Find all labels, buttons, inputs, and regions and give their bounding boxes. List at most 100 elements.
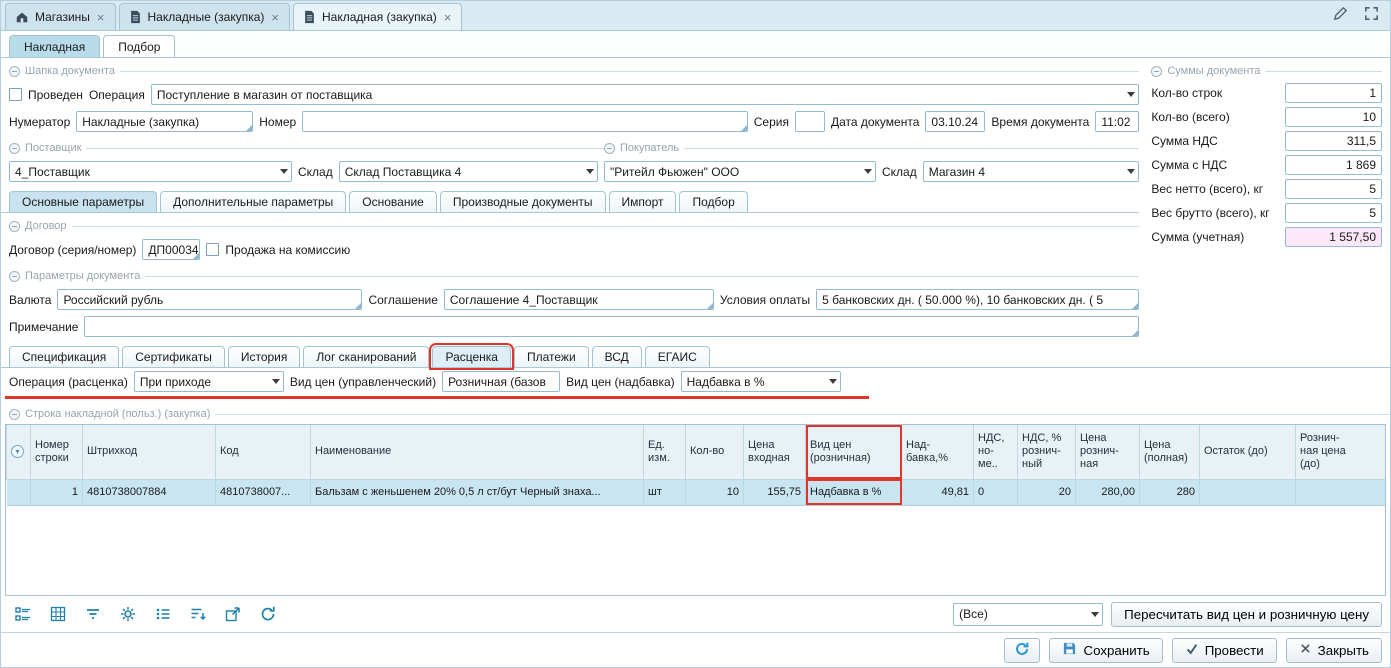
tab-scan-log[interactable]: Лог сканирований [303, 346, 429, 367]
col-line-number[interactable]: Номер строки [31, 425, 83, 479]
series-field[interactable] [795, 111, 825, 132]
close-icon[interactable]: × [443, 10, 453, 25]
collapse-icon[interactable] [604, 143, 615, 154]
tab-basis[interactable]: Основание [349, 191, 437, 212]
total-value[interactable]: 10 [1285, 107, 1382, 127]
tab-payments[interactable]: Платежи [514, 346, 589, 367]
tab-history[interactable]: История [228, 346, 301, 367]
close-icon[interactable]: × [96, 10, 106, 25]
collapse-icon[interactable] [1151, 66, 1162, 77]
col-qty[interactable]: Кол-во [686, 425, 744, 479]
maximize-icon[interactable] [1363, 5, 1380, 25]
table-grid-icon[interactable] [48, 604, 68, 624]
buyer-warehouse-select[interactable]: Магазин 4 [923, 161, 1140, 182]
tab-extra-params[interactable]: Дополнительные параметры [160, 191, 346, 212]
col-vat-retail[interactable]: НДС, % рознич- ный [1018, 425, 1076, 479]
tab-derived-docs[interactable]: Производные документы [440, 191, 606, 212]
cell-vat-nominal: 0 [974, 479, 1018, 505]
currency-field[interactable]: Российский рубль [57, 289, 362, 310]
numerator-label: Нумератор [9, 115, 70, 129]
collapse-icon[interactable] [9, 221, 20, 232]
time-field[interactable]: 11:02 [1095, 111, 1139, 132]
col-retail-before[interactable]: Рознич- ная цена (до) [1296, 425, 1387, 479]
tab-vsd[interactable]: ВСД [592, 346, 642, 367]
view-list-icon[interactable] [13, 604, 33, 624]
refresh-button[interactable] [1004, 638, 1040, 663]
table-row[interactable]: 1 4810738007884 4810738007... Бальзам с … [7, 479, 1387, 505]
tab-pricing[interactable]: Расценка [432, 346, 511, 367]
tab-certificates[interactable]: Сертификаты [122, 346, 225, 367]
group-header-supplier: Поставщик [9, 140, 604, 156]
operation-select[interactable]: Поступление в магазин от поставщика [151, 84, 1139, 105]
tab-nakladnaya[interactable]: Накладная [9, 35, 100, 57]
tab-podbor-2[interactable]: Подбор [679, 191, 747, 212]
tab-import[interactable]: Импорт [609, 191, 677, 212]
agreement-field[interactable]: Соглашение 4_Поставщик [444, 289, 714, 310]
supplier-select[interactable]: 4_Поставщик [9, 161, 292, 182]
chevron-down-icon [1127, 92, 1135, 97]
col-stock-before[interactable]: Остаток (до) [1200, 425, 1296, 479]
filter-all-select[interactable]: (Все) [953, 603, 1103, 626]
window-tab-invoice-current[interactable]: Накладная (закупка) × [293, 3, 462, 30]
filter-icon[interactable] [83, 604, 103, 624]
window-tab-invoices[interactable]: Накладные (закупка) × [119, 3, 291, 30]
total-value[interactable]: 5 [1285, 179, 1382, 199]
numerator-field[interactable]: Накладные (закупка) [76, 111, 253, 132]
col-full-price[interactable]: Цена (полная) [1140, 425, 1200, 479]
grid-sort-header[interactable]: ▾ [7, 425, 31, 479]
note-field[interactable] [84, 316, 1139, 337]
sort-lines-icon[interactable] [188, 604, 208, 624]
total-value[interactable]: 1 869 [1285, 155, 1382, 175]
close-icon[interactable]: × [270, 10, 280, 25]
col-barcode[interactable]: Штрихкод [83, 425, 216, 479]
pricing-operation-select[interactable]: При приходе [134, 371, 284, 392]
tab-podbor[interactable]: Подбор [103, 35, 175, 57]
recalc-prices-button[interactable]: Пересчитать вид цен и розничную цену [1111, 602, 1382, 627]
col-vat-nominal[interactable]: НДС, но- ме.. [974, 425, 1018, 479]
mgmt-price-field[interactable]: Розничная (базов [442, 371, 560, 392]
currency-row: Валюта Российский рубль Соглашение Согла… [1, 286, 1139, 313]
total-value-accounting[interactable]: 1 557,50 [1285, 227, 1382, 247]
group-line [120, 71, 1139, 72]
export-icon[interactable] [223, 604, 243, 624]
sort-indicator-icon: ▾ [11, 445, 24, 458]
markup-price-select[interactable]: Надбавка в % [681, 371, 841, 392]
date-field[interactable]: 03.10.24 [925, 111, 985, 132]
number-field[interactable] [302, 111, 748, 132]
reprice-refresh-icon[interactable] [258, 604, 278, 624]
supplier-warehouse-select[interactable]: Склад Поставщика 4 [339, 161, 598, 182]
window-tab-shops[interactable]: Магазины × [5, 3, 116, 30]
total-value[interactable]: 311,5 [1285, 131, 1382, 151]
post-button[interactable]: Провести [1172, 638, 1277, 663]
col-name[interactable]: Наименование [311, 425, 644, 479]
total-value[interactable]: 5 [1285, 203, 1382, 223]
total-value[interactable]: 1 [1285, 83, 1382, 103]
col-unit[interactable]: Ед. изм. [644, 425, 686, 479]
tab-egais[interactable]: ЕГАИС [645, 346, 710, 367]
commission-checkbox[interactable] [206, 243, 219, 256]
collapse-icon[interactable] [9, 66, 20, 77]
close-button[interactable]: Закрыть [1286, 638, 1382, 663]
posted-checkbox[interactable] [9, 88, 22, 101]
tab-main-params[interactable]: Основные параметры [9, 191, 157, 212]
collapse-icon[interactable] [9, 409, 20, 420]
contract-field[interactable]: ДП00034 [142, 239, 200, 260]
payment-terms-field[interactable]: 5 банковских дн. ( 50.000 %), 10 банковс… [816, 289, 1139, 310]
numbered-list-icon[interactable] [153, 604, 173, 624]
document-icon [303, 10, 316, 24]
settings-gear-icon[interactable] [118, 604, 138, 624]
col-input-price[interactable]: Цена входная [744, 425, 806, 479]
col-code[interactable]: Код [216, 425, 311, 479]
save-button[interactable]: Сохранить [1049, 638, 1162, 663]
buyer-select[interactable]: "Ритейл Фьюжен" ООО [604, 161, 876, 182]
tab-specification[interactable]: Спецификация [9, 346, 119, 367]
col-markup[interactable]: Над- бавка,% [902, 425, 974, 479]
col-retail-price[interactable]: Цена рознич- ная [1076, 425, 1140, 479]
col-retail-price-type[interactable]: Вид цен (розничная) [806, 425, 902, 479]
collapse-icon[interactable] [9, 143, 20, 154]
app-window: Магазины × Накладные (закупка) × Накладн… [0, 0, 1391, 668]
group-line [215, 414, 1390, 415]
edit-pencil-icon[interactable] [1332, 5, 1349, 25]
collapse-icon[interactable] [9, 271, 20, 282]
markup-price-label: Вид цен (надбавка) [566, 375, 675, 389]
